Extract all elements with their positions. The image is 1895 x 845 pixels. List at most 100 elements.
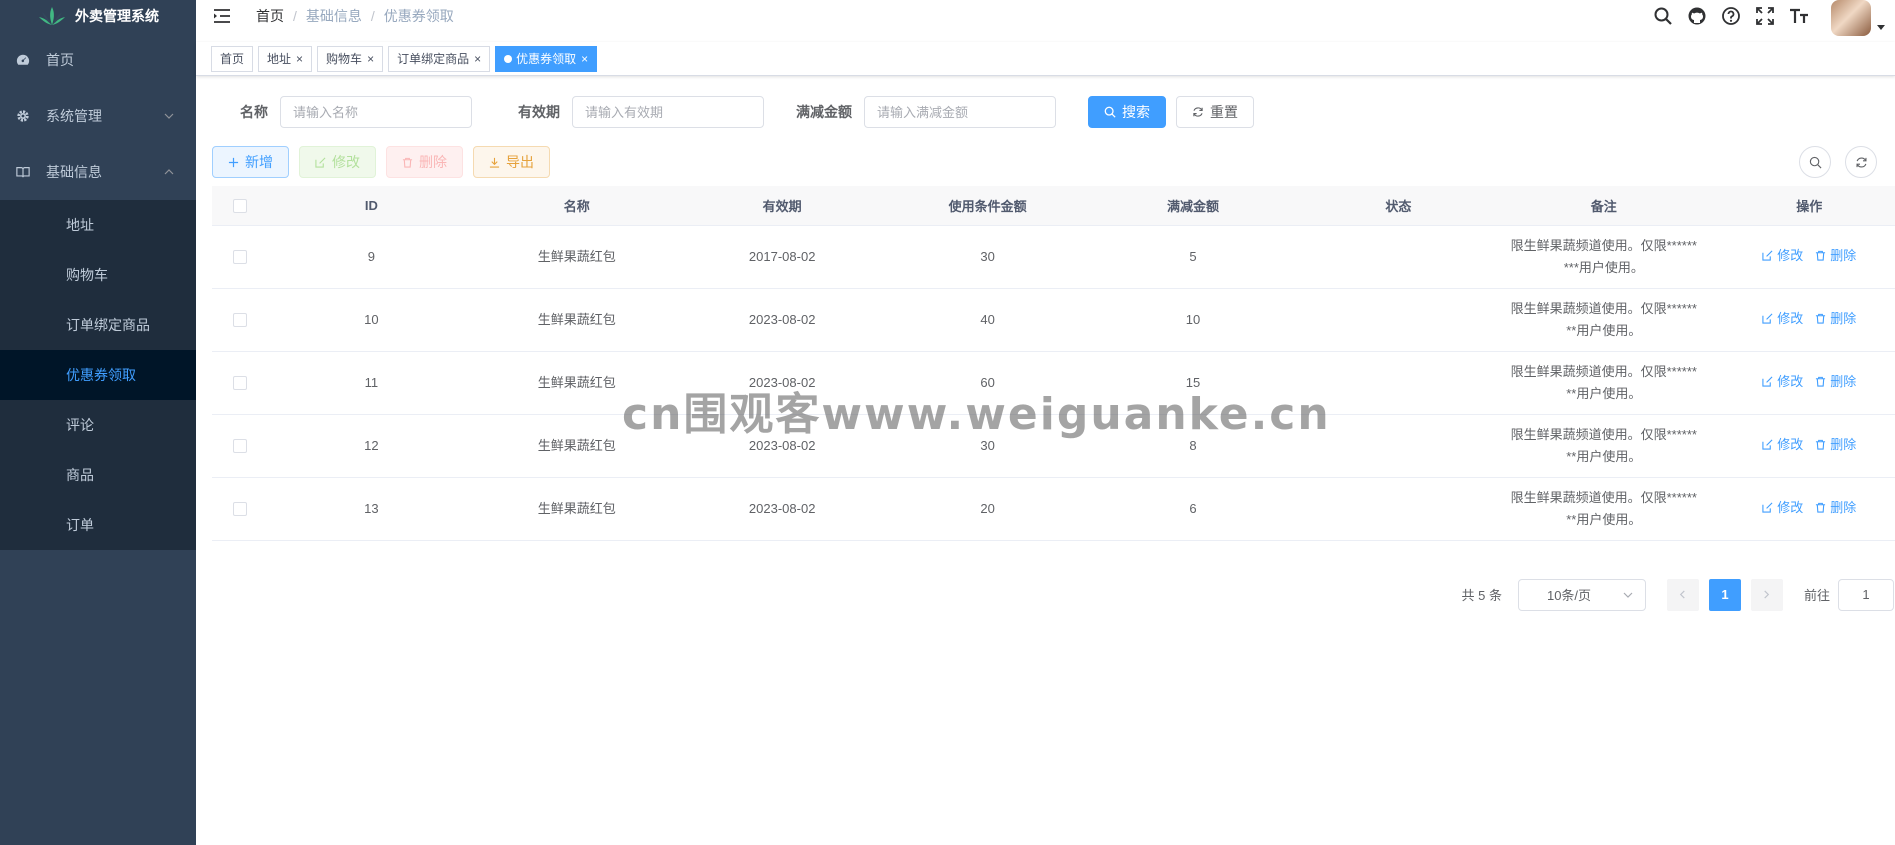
select-all-checkbox[interactable] — [233, 199, 248, 214]
row-checkbox[interactable] — [233, 250, 248, 265]
row-delete-button[interactable]: 删除 — [1815, 434, 1856, 456]
row-edit-button[interactable]: 修改 — [1762, 497, 1803, 519]
cell-status — [1295, 477, 1502, 541]
sidebar-item-basic-info[interactable]: 基础信息 — [0, 144, 196, 200]
goto-page-input[interactable] — [1837, 578, 1894, 611]
breadcrumb-separator: / — [293, 8, 297, 24]
search-form: 名称 有效期 满减金额 搜索 重置 — [216, 96, 1895, 128]
table-row: 13 生鲜果蔬红包 2023-08-02 20 6 限生鲜果蔬频道使用。仅限*******… — [212, 477, 1895, 541]
right-menu — [1639, 0, 1895, 36]
cell-status — [1295, 288, 1502, 352]
row-checkbox[interactable] — [233, 376, 248, 391]
tag-coupon[interactable]: 优惠券领取 × — [495, 45, 598, 72]
cell-condition: 30 — [884, 225, 1091, 289]
hamburger-icon[interactable] — [212, 6, 232, 26]
row-edit-label: 修改 — [1777, 247, 1804, 263]
close-icon[interactable]: × — [581, 47, 588, 71]
row-edit-button[interactable]: 修改 — [1762, 434, 1803, 456]
book-icon — [16, 165, 30, 179]
edit-button[interactable]: 修改 — [299, 146, 376, 178]
prev-page-button[interactable] — [1666, 578, 1699, 611]
row-checkbox[interactable] — [233, 502, 248, 517]
delete-button[interactable]: 删除 — [386, 146, 463, 178]
sidebar-item-coupon[interactable]: 优惠券领取 — [0, 350, 196, 400]
row-delete-button[interactable]: 删除 — [1815, 371, 1856, 393]
github-icon[interactable] — [1687, 6, 1707, 26]
name-label: 名称 — [240, 104, 268, 120]
sidebar-item-address[interactable]: 地址 — [0, 200, 196, 250]
plus-icon — [228, 157, 239, 167]
row-edit-button[interactable]: 修改 — [1762, 245, 1803, 267]
row-checkbox[interactable] — [233, 313, 248, 328]
reset-button-label: 重置 — [1210, 104, 1238, 120]
row-checkbox[interactable] — [233, 439, 248, 454]
tag-address[interactable]: 地址 × — [258, 45, 313, 72]
row-select-cell — [212, 477, 269, 541]
cell-validity: 2017-08-02 — [679, 225, 885, 289]
chevron-down-icon — [164, 113, 174, 119]
caret-down-icon[interactable] — [1877, 24, 1885, 30]
export-button[interactable]: 导出 — [473, 146, 550, 178]
remark-text: 限生鲜果蔬频道使用。仅限********用户使用。 — [1510, 300, 1697, 338]
row-delete-button[interactable]: 删除 — [1815, 497, 1856, 519]
search-icon[interactable] — [1653, 6, 1673, 26]
sidebar-item-goods[interactable]: 商品 — [0, 450, 196, 500]
cell-amount: 10 — [1090, 288, 1296, 352]
row-delete-label: 删除 — [1830, 247, 1857, 263]
sidebar-item-home[interactable]: 首页 — [0, 32, 196, 88]
row-delete-label: 删除 — [1830, 373, 1857, 389]
cell-condition: 20 — [884, 477, 1091, 541]
font-size-icon[interactable] — [1789, 6, 1809, 26]
row-delete-label: 删除 — [1830, 499, 1857, 515]
toggle-search-button[interactable] — [1799, 146, 1831, 178]
close-icon[interactable]: × — [296, 47, 303, 71]
cell-id: 11 — [268, 351, 475, 415]
row-edit-label: 修改 — [1777, 373, 1804, 389]
navbar: 首页 / 基础信息 / 优惠券领取 — [196, 0, 1895, 36]
search-button[interactable]: 搜索 — [1088, 96, 1166, 128]
page-number[interactable]: 1 — [1708, 578, 1741, 611]
refresh-button[interactable] — [1845, 146, 1877, 178]
row-edit-button[interactable]: 修改 — [1762, 371, 1803, 393]
tag-cart[interactable]: 购物车 × — [317, 45, 384, 72]
add-button[interactable]: 新增 — [212, 146, 289, 178]
app-title: 外卖管理系统 — [75, 8, 159, 24]
cell-validity: 2023-08-02 — [679, 477, 885, 541]
close-icon[interactable]: × — [474, 47, 481, 71]
sidebar-item-label: 系统管理 — [46, 108, 102, 124]
sidebar-item-system[interactable]: 系统管理 — [0, 88, 196, 144]
content: 名称 有效期 满减金额 搜索 重置 新增 — [196, 76, 1895, 611]
row-delete-button[interactable]: 删除 — [1815, 308, 1856, 330]
cell-status — [1295, 351, 1502, 415]
trash-icon — [1816, 314, 1826, 324]
tag-order-goods[interactable]: 订单绑定商品 × — [388, 45, 491, 72]
cell-remark: 限生鲜果蔬频道使用。仅限********用户使用。 — [1501, 351, 1707, 415]
cell-id: 13 — [268, 477, 475, 541]
main-area: 首页 / 基础信息 / 优惠券领取 首页 地址 × 购物车 × 订单绑定商品 ×… — [196, 0, 1895, 845]
sidebar-item-cart[interactable]: 购物车 — [0, 250, 196, 300]
tag-label: 订单绑定商品 — [397, 51, 470, 66]
row-edit-button[interactable]: 修改 — [1762, 308, 1803, 330]
chevron-left-icon — [1680, 590, 1686, 599]
table-body: 9 生鲜果蔬红包 2017-08-02 30 5 限生鲜果蔬频道使用。仅限********… — [212, 225, 1895, 541]
logo[interactable]: 外卖管理系统 — [0, 0, 196, 32]
breadcrumb-home[interactable]: 首页 — [256, 6, 284, 26]
fullscreen-icon[interactable] — [1755, 6, 1775, 26]
page-size-select[interactable]: 10条/页 — [1517, 578, 1646, 611]
download-icon — [489, 157, 500, 168]
amount-input[interactable] — [864, 96, 1056, 128]
name-input[interactable] — [280, 96, 472, 128]
avatar[interactable] — [1831, 0, 1871, 36]
question-icon[interactable] — [1721, 6, 1741, 26]
tag-home[interactable]: 首页 — [211, 45, 254, 72]
dashboard-icon — [16, 53, 30, 67]
next-page-button[interactable] — [1750, 578, 1783, 611]
close-icon[interactable]: × — [367, 47, 374, 71]
validity-input[interactable] — [572, 96, 764, 128]
reset-button[interactable]: 重置 — [1176, 96, 1254, 128]
sidebar-item-order[interactable]: 订单 — [0, 500, 196, 550]
sidebar-item-comment[interactable]: 评论 — [0, 400, 196, 450]
page-jumper: 前往 页 — [1804, 578, 1895, 611]
sidebar-item-order-goods[interactable]: 订单绑定商品 — [0, 300, 196, 350]
row-delete-button[interactable]: 删除 — [1815, 245, 1856, 267]
